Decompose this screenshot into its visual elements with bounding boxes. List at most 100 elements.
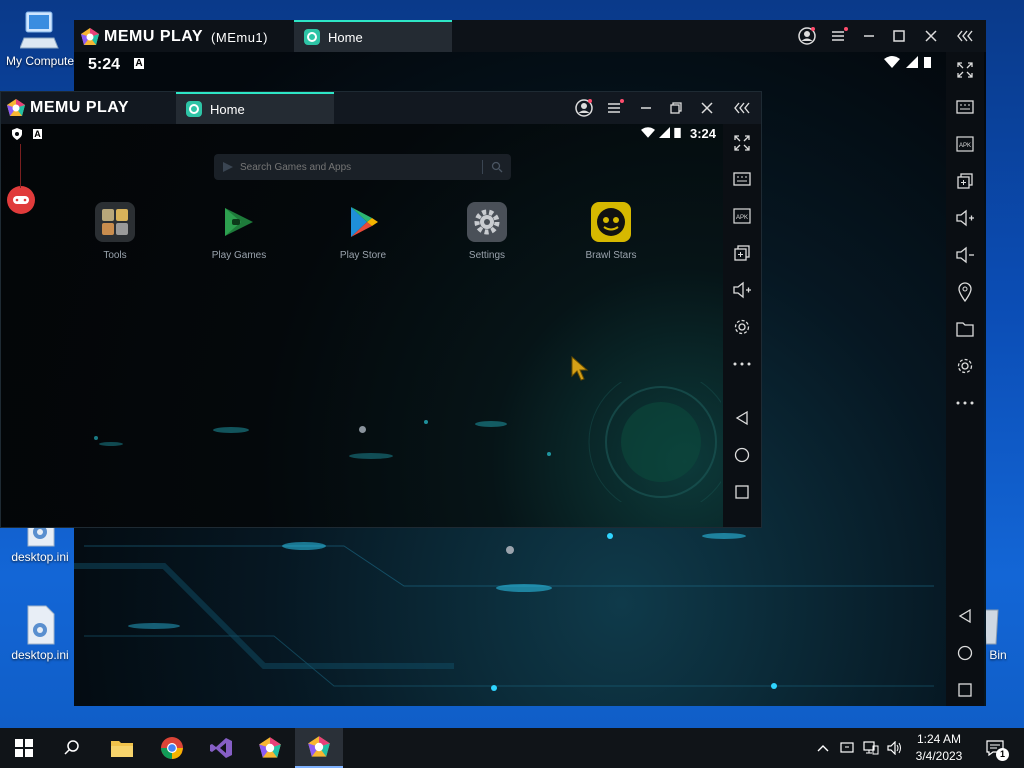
- multi-window-icon: [957, 173, 973, 189]
- menu-button[interactable]: [604, 97, 626, 119]
- battery-icon: [924, 57, 931, 68]
- close-button[interactable]: [920, 25, 942, 47]
- instance-label: (MEmu1): [211, 29, 268, 45]
- tab-label: Home: [210, 101, 245, 117]
- more-button[interactable]: [730, 352, 754, 376]
- home-circle-icon: [734, 447, 750, 463]
- app-label: Settings: [468, 250, 506, 261]
- title-bar[interactable]: MEMU PLAY Home: [1, 92, 761, 124]
- search-bar[interactable]: [214, 154, 511, 180]
- user-icon: [798, 27, 816, 45]
- app-play-games[interactable]: Play Games: [194, 202, 284, 261]
- maximize-icon: [893, 30, 905, 42]
- maximize-button[interactable]: [888, 25, 910, 47]
- tray-volume[interactable]: [884, 728, 906, 768]
- desktop-icon-my-computer[interactable]: My Compute: [0, 8, 80, 68]
- desktop-icon-desktop-ini-2[interactable]: desktop.ini: [0, 604, 80, 662]
- chrome-button[interactable]: [148, 728, 196, 768]
- apk-button[interactable]: APK: [730, 204, 754, 228]
- app-brawl-stars[interactable]: Brawl Stars: [566, 202, 656, 261]
- menu-button[interactable]: [828, 25, 850, 47]
- app-play-store[interactable]: Play Store: [318, 202, 408, 261]
- settings-button[interactable]: [953, 354, 977, 378]
- minimize-button[interactable]: [858, 25, 880, 47]
- file-explorer-button[interactable]: [98, 728, 146, 768]
- app-settings[interactable]: Settings: [442, 202, 532, 261]
- tab-home[interactable]: Home: [294, 20, 452, 52]
- settings-button[interactable]: [730, 315, 754, 339]
- back-button[interactable]: [730, 406, 754, 430]
- search-divider: [482, 160, 483, 174]
- close-button[interactable]: [696, 97, 718, 119]
- fullscreen-button[interactable]: [953, 58, 977, 82]
- minimize-icon: [641, 107, 651, 109]
- restore-button[interactable]: [665, 97, 687, 119]
- action-center-button[interactable]: 1: [980, 728, 1010, 768]
- recents-button[interactable]: [730, 480, 754, 504]
- chevrons-left-icon: [957, 30, 973, 42]
- windows-logo-icon: [15, 739, 33, 757]
- tab-home[interactable]: Home: [176, 92, 334, 124]
- game-controller-button[interactable]: [7, 186, 35, 214]
- apk-button[interactable]: APK: [953, 132, 977, 156]
- multi-instance-button[interactable]: [730, 241, 754, 265]
- back-button[interactable]: [953, 604, 977, 628]
- more-dots-icon: [956, 401, 974, 405]
- volume-down-icon: [956, 246, 974, 264]
- start-button[interactable]: [0, 728, 48, 768]
- chevrons-left-icon: [734, 102, 750, 114]
- app-label: Brawl Stars: [585, 250, 637, 261]
- brand-label: MEMU PLAY: [104, 28, 204, 45]
- memu-play-button[interactable]: [295, 728, 343, 768]
- keyboard-button[interactable]: [730, 167, 754, 191]
- visual-studio-icon: [210, 738, 232, 758]
- home-button[interactable]: [730, 443, 754, 467]
- recents-square-icon: [958, 683, 972, 697]
- volume-up-button[interactable]: [953, 206, 977, 230]
- shared-folder-button[interactable]: [953, 317, 977, 341]
- fullscreen-button[interactable]: [730, 131, 754, 155]
- multi-instance-button[interactable]: [953, 169, 977, 193]
- signal-icon: [659, 127, 670, 138]
- background-circuit-art: [74, 533, 934, 691]
- collapse-sidebar-button[interactable]: [954, 25, 976, 47]
- minimize-button[interactable]: [635, 97, 657, 119]
- app-label: Play Store: [339, 250, 387, 261]
- back-triangle-icon: [958, 608, 971, 624]
- memu-window-front[interactable]: MEMU PLAY Home A 3:24 Search Games and A…: [0, 91, 762, 528]
- android-clock: 3:24: [690, 126, 717, 141]
- tray-network-secondary[interactable]: [836, 728, 858, 768]
- close-icon: [701, 102, 713, 114]
- memu-logo: MEMU PLAY: [6, 98, 129, 118]
- visual-studio-button[interactable]: [197, 728, 245, 768]
- app-tools[interactable]: Tools: [70, 202, 160, 261]
- fullscreen-icon: [957, 62, 973, 78]
- mouse-cursor-icon: [571, 356, 589, 381]
- account-button[interactable]: [573, 97, 595, 119]
- recents-button[interactable]: [953, 678, 977, 702]
- search-input[interactable]: [240, 161, 482, 173]
- volume-up-button[interactable]: [730, 278, 754, 302]
- volume-down-button[interactable]: [953, 243, 977, 267]
- tray-network[interactable]: [860, 728, 882, 768]
- location-button[interactable]: [953, 280, 977, 304]
- brawl-stars-icon: [591, 202, 631, 242]
- gear-icon: [734, 319, 750, 335]
- search-button[interactable]: [48, 728, 96, 768]
- show-hidden-icons-button[interactable]: [812, 728, 834, 768]
- collapse-sidebar-button[interactable]: [731, 97, 753, 119]
- hamburger-icon: [608, 99, 624, 113]
- svg-text:APK: APK: [959, 143, 971, 149]
- more-button[interactable]: [953, 391, 977, 415]
- right-toolbar: APK: [723, 124, 761, 527]
- back-triangle-icon: [735, 410, 748, 426]
- battery-icon: [674, 127, 681, 138]
- memu-multi-button[interactable]: [246, 728, 294, 768]
- taskbar-clock[interactable]: 1:24 AM 3/4/2023: [906, 731, 972, 765]
- multi-window-icon: [734, 245, 750, 261]
- account-button[interactable]: [796, 25, 818, 47]
- title-bar[interactable]: MEMU PLAY (MEmu1) Home: [74, 20, 986, 52]
- home-button[interactable]: [953, 641, 977, 665]
- keyboard-button[interactable]: [953, 95, 977, 119]
- folder-icon: [111, 741, 133, 757]
